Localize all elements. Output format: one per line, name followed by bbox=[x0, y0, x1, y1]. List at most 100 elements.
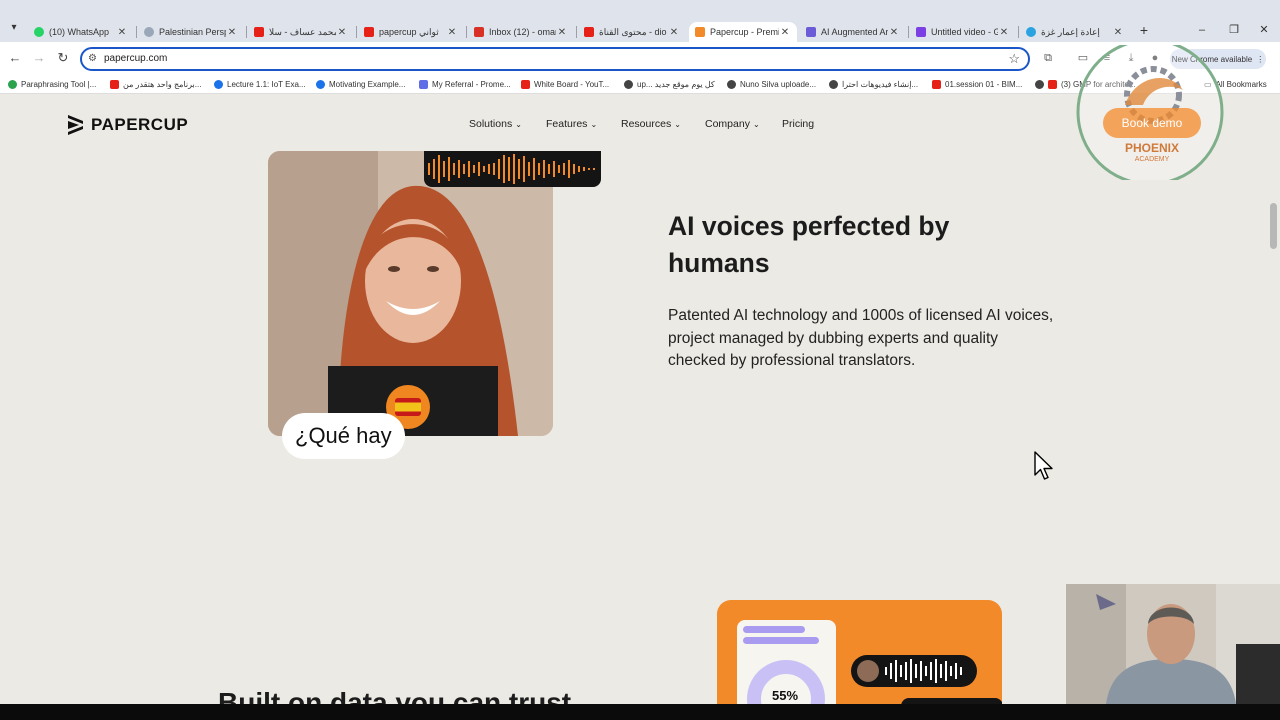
youtube-icon bbox=[584, 27, 594, 37]
tab-divider bbox=[576, 26, 577, 38]
presenter-webcam-overlay bbox=[1066, 584, 1280, 704]
tab-untitled-video[interactable]: Untitled video - G ✕ bbox=[910, 22, 1016, 42]
nav-pricing[interactable]: Pricing bbox=[782, 118, 814, 130]
youtube-icon bbox=[364, 27, 374, 37]
audio-waveform-card bbox=[424, 151, 601, 187]
bookmark-label: برنامج واحد هتقدر من... bbox=[123, 79, 202, 89]
tab-papercup-active[interactable]: Papercup - Premi ✕ bbox=[689, 22, 797, 42]
spain-flag-icon bbox=[395, 398, 421, 416]
section-heading: Built on data you can trust bbox=[218, 687, 572, 704]
hero-description: Patented AI technology and 1000s of lice… bbox=[668, 307, 1054, 369]
globe-icon bbox=[829, 79, 838, 89]
close-tab-icon[interactable]: ✕ bbox=[116, 27, 128, 38]
bookmark-item[interactable]: up... كل يوم موقع جديد bbox=[624, 77, 715, 91]
bookmark-favicon-icon bbox=[419, 79, 428, 89]
tab-title: Palestinian Perspe bbox=[159, 27, 226, 37]
bookmark-item[interactable]: Nuno Silva uploade... bbox=[727, 77, 816, 91]
nav-label: Features bbox=[546, 118, 588, 130]
bookmark-favicon-icon bbox=[316, 79, 325, 89]
chevron-down-icon: ⌄ bbox=[674, 120, 681, 129]
progress-percent: 55% bbox=[772, 688, 799, 703]
nav-company[interactable]: Company ⌄ bbox=[705, 118, 760, 130]
site-settings-icon[interactable]: ⚙ bbox=[88, 53, 97, 64]
reload-icon[interactable]: ↻ bbox=[55, 50, 71, 66]
book-demo-button[interactable]: Book demo bbox=[1103, 108, 1201, 138]
mouse-pointer-icon bbox=[1034, 451, 1053, 480]
telegram-icon bbox=[1026, 27, 1036, 37]
tab-divider bbox=[1018, 26, 1019, 38]
nav-solutions[interactable]: Solutions ⌄ bbox=[469, 118, 522, 130]
screen: ▾ (10) WhatsApp ✕ Palestinian Perspe ✕ م… bbox=[0, 0, 1280, 720]
bookmark-item[interactable]: My Referral - Prome... bbox=[419, 77, 511, 91]
bookmark-label: Nuno Silva uploade... bbox=[740, 79, 817, 89]
new-tab-icon[interactable]: + bbox=[1136, 22, 1152, 38]
back-arrow-icon[interactable]: ← bbox=[7, 50, 23, 66]
tab-ai-augmented[interactable]: AI Augmented Ar ✕ bbox=[800, 22, 906, 42]
tab-title: papercup ثواني bbox=[379, 26, 439, 37]
report-line bbox=[743, 637, 819, 644]
translated-subtitle-bubble: ¿Qué hay bbox=[282, 413, 405, 459]
tab-divider bbox=[246, 26, 247, 38]
bookmark-item[interactable]: Motivating Example... bbox=[316, 77, 405, 91]
bookmark-star-icon[interactable]: ☆ bbox=[1008, 51, 1020, 67]
close-tab-icon[interactable]: ✕ bbox=[446, 27, 458, 38]
youtube-icon bbox=[521, 79, 530, 89]
restore-icon[interactable]: ❐ bbox=[1226, 22, 1242, 38]
video-letterbox-bar bbox=[0, 704, 1280, 720]
address-bar-url[interactable]: papercup.com bbox=[104, 53, 167, 64]
bookmark-item[interactable]: White Board - YouT... bbox=[521, 77, 609, 91]
bookmark-item[interactable]: إنشاء فيديوهات احترا... bbox=[829, 77, 918, 91]
close-tab-icon[interactable]: ✕ bbox=[226, 27, 238, 38]
tab-youtube-assaf[interactable]: محمد عساف - سلا ✕ bbox=[248, 22, 354, 42]
bookmark-item[interactable]: 01.session 01 - BIM... bbox=[932, 77, 1022, 91]
bookmark-item[interactable]: Paraphrasing Tool |... bbox=[8, 77, 96, 91]
close-tab-icon[interactable]: ✕ bbox=[1112, 27, 1124, 38]
bookmark-label: Paraphrasing Tool |... bbox=[21, 79, 97, 89]
close-window-icon[interactable]: ✕ bbox=[1256, 22, 1272, 38]
close-tab-icon[interactable]: ✕ bbox=[556, 27, 568, 38]
close-tab-icon[interactable]: ✕ bbox=[668, 27, 680, 38]
globe-icon bbox=[624, 79, 633, 89]
nav-features[interactable]: Features ⌄ bbox=[546, 118, 597, 130]
ai-icon bbox=[806, 27, 816, 37]
bookmark-label: إنشاء فيديوهات احترا... bbox=[842, 79, 919, 89]
scrollbar-thumb[interactable] bbox=[1270, 203, 1277, 249]
close-tab-icon[interactable]: ✕ bbox=[336, 27, 348, 38]
more-menu-icon[interactable]: ⋮ bbox=[1256, 55, 1264, 64]
book-demo-label: Book demo bbox=[1121, 116, 1183, 130]
address-bar[interactable]: ⚙ papercup.com ☆ bbox=[80, 47, 1030, 71]
bookmark-item[interactable]: برنامج واحد هتقدر من... bbox=[110, 77, 201, 91]
waveform-icon bbox=[428, 154, 595, 184]
tab-youtube-papercup[interactable]: papercup ثواني ✕ bbox=[358, 22, 464, 42]
forward-arrow-icon[interactable]: → bbox=[31, 50, 47, 66]
tab-whatsapp[interactable]: (10) WhatsApp ✕ bbox=[28, 22, 134, 42]
tab-title: AI Augmented Ar bbox=[821, 27, 888, 37]
papercup-logo-icon bbox=[68, 115, 83, 135]
bookmark-label: White Board - YouT... bbox=[534, 79, 610, 89]
watermark-subtitle: ACADEMY bbox=[1134, 156, 1170, 163]
close-tab-icon[interactable]: ✕ bbox=[779, 27, 791, 38]
close-tab-icon[interactable]: ✕ bbox=[998, 27, 1010, 38]
nav-label: Solutions bbox=[469, 118, 513, 130]
tab-youtube-studio[interactable]: محتوى القناة - dio ✕ bbox=[578, 22, 686, 42]
tab-gmail-inbox[interactable]: Inbox (12) - omar ✕ bbox=[468, 22, 574, 42]
tab-title: محتوى القناة - dio bbox=[599, 26, 667, 37]
close-tab-icon[interactable]: ✕ bbox=[888, 27, 900, 38]
papercup-logo[interactable]: PAPERCUP bbox=[66, 114, 188, 136]
tab-telegram-gaza[interactable]: إعادة إعمار غزة ✕ bbox=[1020, 22, 1130, 42]
tab-search-chevron-icon[interactable]: ▾ bbox=[6, 22, 22, 38]
tab-palestinian-perspective[interactable]: Palestinian Perspe ✕ bbox=[138, 22, 244, 42]
globe-icon bbox=[727, 79, 736, 89]
nav-label: Resources bbox=[621, 118, 672, 130]
chevron-down-icon: ⌄ bbox=[590, 120, 598, 129]
bookmark-label: My Referral - Prome... bbox=[432, 79, 511, 89]
nav-resources[interactable]: Resources ⌄ bbox=[621, 118, 681, 130]
tab-title: Inbox (12) - omar bbox=[489, 27, 556, 37]
extensions-icon[interactable]: ⧉ bbox=[1041, 51, 1055, 65]
youtube-icon bbox=[110, 79, 119, 89]
minimize-icon[interactable]: – bbox=[1194, 22, 1210, 38]
bookmark-item[interactable]: Lecture 1.1: IoT Exa... bbox=[214, 77, 306, 91]
logo-wordmark: PAPERCUP bbox=[91, 115, 189, 134]
tab-title: Untitled video - G bbox=[931, 27, 998, 37]
tab-divider bbox=[356, 26, 357, 38]
